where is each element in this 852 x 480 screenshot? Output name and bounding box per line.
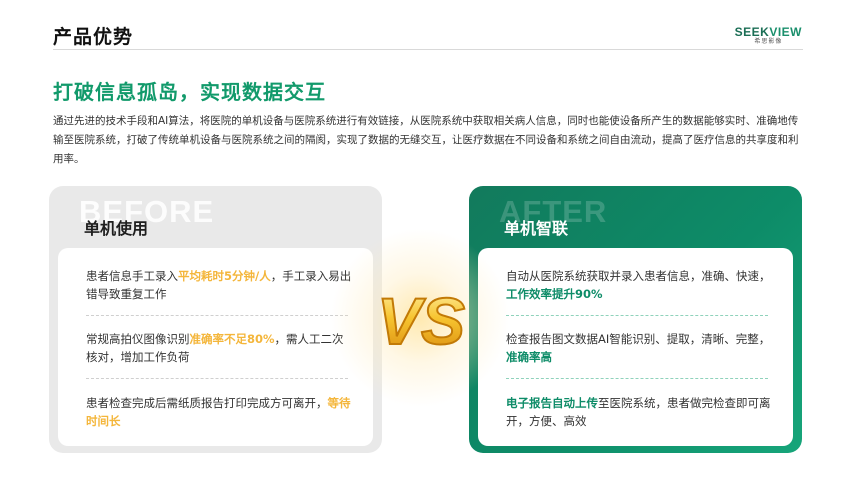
before-item-1: 患者信息手工录入平均耗时5分钟/人，手工录入易出错导致重复工作 <box>86 269 352 301</box>
before-item-2-highlight: 准确率不足80% <box>189 332 275 346</box>
after-item-2: 检查报告图文数据AI智能识别、提取，清晰、完整，准确率高 <box>506 332 771 364</box>
after-item-1: 自动从医院系统获取并录入患者信息，准确、快速，工作效率提升90% <box>506 269 771 301</box>
logo-text-suffix: VIEW <box>769 25 802 39</box>
logo-text-prefix: SEEK <box>734 25 770 39</box>
before-card: 患者信息手工录入平均耗时5分钟/人，手工录入易出错导致重复工作 常规高拍仪图像识… <box>58 248 373 446</box>
vs-text: VS <box>377 284 465 358</box>
after-item-3: 电子报告自动上传至医院系统，患者做完检查即可离开，方便、高效 <box>506 396 771 428</box>
section-headline: 打破信息孤岛，实现数据交互 <box>53 80 326 104</box>
divider <box>86 315 348 316</box>
vs-emblem-icon: VS <box>377 283 466 359</box>
before-panel-title: 单机使用 <box>84 219 149 238</box>
divider <box>506 315 768 316</box>
after-item-1-highlight: 工作效率提升90% <box>506 287 603 301</box>
after-card: 自动从医院系统获取并录入患者信息，准确、快速，工作效率提升90% 检查报告图文数… <box>478 248 793 446</box>
after-item-3-highlight: 电子报告自动上传 <box>506 396 598 410</box>
brand-logo: SEEKVIEW 希思影像 <box>735 26 802 46</box>
title-divider <box>53 49 803 50</box>
logo-subtext: 希思影像 <box>754 38 783 45</box>
before-item-3: 患者检查完成后需纸质报告打印完成方可离开，等待时间长 <box>86 394 353 430</box>
intro-paragraph: 通过先进的技术手段和AI算法，将医院的单机设备与医院系统进行有效链接，从医院系统… <box>53 115 799 165</box>
before-item-2: 常规高拍仪图像识别准确率不足80%，需人工二次核对，增加工作负荷 <box>86 332 344 364</box>
divider <box>86 378 348 379</box>
before-item-1-highlight: 平均耗时5分钟/人 <box>178 269 271 283</box>
divider <box>506 378 768 379</box>
after-item-2-highlight: 准确率高 <box>506 350 552 364</box>
page-title: 产品优势 <box>53 26 134 48</box>
after-panel-title: 单机智联 <box>504 219 569 238</box>
after-panel: AFTER 单机智联 自动从医院系统获取并录入患者信息，准确、快速，工作效率提升… <box>469 186 802 453</box>
